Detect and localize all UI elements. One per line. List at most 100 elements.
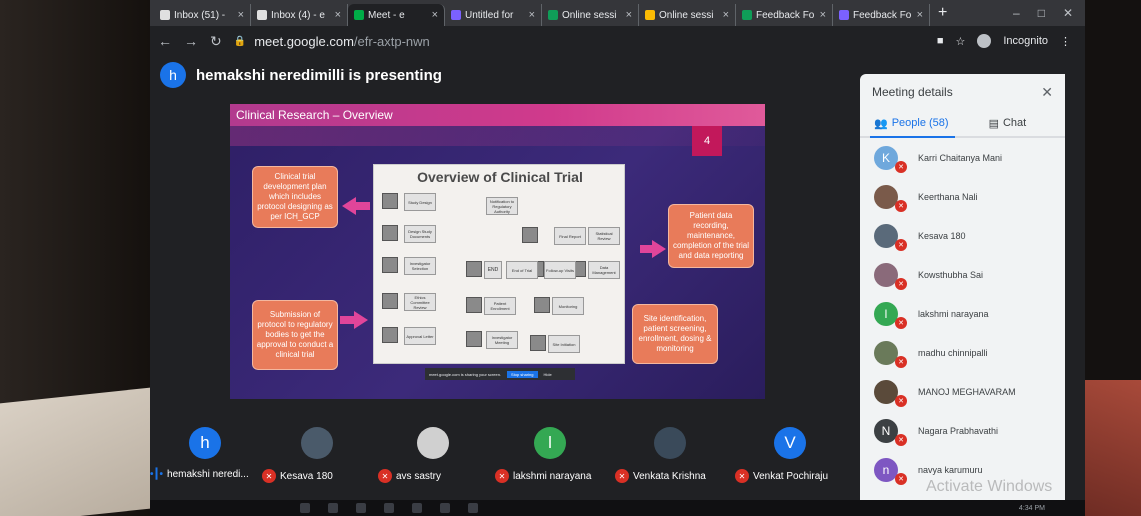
tab-favicon-icon (354, 10, 364, 20)
tab-close-icon[interactable]: × (238, 9, 244, 21)
tab-close-icon[interactable]: × (626, 9, 632, 21)
browser-tab[interactable]: Inbox (4) - e × (251, 4, 348, 26)
participant-tile-avatar (654, 427, 686, 459)
incognito-icon[interactable] (977, 34, 992, 48)
taskbar-icon[interactable] (356, 503, 366, 513)
taskbar-icon[interactable] (328, 503, 338, 513)
reload-icon[interactable]: ↻ (210, 33, 222, 50)
tab-favicon-icon (451, 10, 461, 20)
tab-close-icon[interactable]: × (917, 9, 923, 21)
participant-avatar: N ✕ (874, 418, 907, 446)
participant-name: Nagara Prabhavathi (918, 425, 999, 436)
diagram-step: Follow-up Visits (544, 261, 576, 279)
tab-title: Inbox (4) - e (271, 9, 325, 21)
mic-off-icon: ✕ (495, 469, 509, 483)
participant-row[interactable]: ✕ Kowsthubha Sai (874, 255, 1065, 294)
new-tab-button[interactable]: + (938, 4, 947, 22)
taskbar-icon[interactable] (384, 503, 394, 513)
panel-title: Meeting details (872, 85, 953, 99)
participant-tile[interactable]: ✕ Venkata Krishna (615, 425, 725, 495)
mic-off-icon: ✕ (735, 469, 749, 483)
tab-people[interactable]: 👥 People (58) (874, 117, 949, 130)
hide-button[interactable]: Hide (544, 372, 552, 377)
camera-icon[interactable]: ■ (937, 35, 944, 47)
diagram-step: Data Management (588, 261, 620, 279)
diagram-step: Investigator Selection (404, 257, 436, 275)
taskbar-icon[interactable] (300, 503, 310, 513)
participant-row[interactable]: N ✕ Nagara Prabhavathi (874, 411, 1065, 450)
address-bar[interactable]: 🔒 meet.google.com/efr-axtp-nwn (233, 30, 925, 52)
activate-windows-watermark: Activate Windows (926, 478, 1053, 495)
mic-off-icon: ✕ (262, 469, 276, 483)
tab-close-icon[interactable]: × (432, 9, 438, 21)
participant-row[interactable]: ✕ Keerthana Nali (874, 177, 1065, 216)
maximize-icon[interactable]: □ (1038, 6, 1045, 20)
browser-tab[interactable]: Feedback Fo × (736, 4, 833, 26)
tab-close-icon[interactable]: × (820, 9, 826, 21)
participant-tile-avatar (301, 427, 333, 459)
participant-name: Keerthana Nali (918, 191, 978, 202)
participant-tile[interactable]: ✕ avs sastry (378, 425, 488, 495)
participant-row[interactable]: ✕ MANOJ MEGHAVARAM (874, 372, 1065, 411)
browser-tab[interactable]: Meet - e × (348, 4, 445, 26)
diagram-step: Design Study Documents (404, 225, 436, 243)
mic-off-icon: ✕ (895, 199, 907, 212)
participant-row[interactable]: l ✕ lakshmi narayana (874, 294, 1065, 333)
close-icon[interactable]: ✕ (1063, 6, 1073, 20)
step-illustration-icon (382, 225, 398, 241)
diagram-step: Approval Letter (404, 327, 436, 345)
arrow-left-top (342, 197, 356, 215)
tab-close-icon[interactable]: × (529, 9, 535, 21)
step-illustration-icon (466, 331, 482, 347)
participant-tile[interactable]: V ✕ Venkat Pochiraju (735, 425, 845, 495)
browser-tab[interactable]: Online sessi × (639, 4, 736, 26)
stop-sharing-button[interactable]: Stop sharing (507, 370, 538, 378)
browser-tab[interactable]: Untitled for × (445, 4, 542, 26)
mic-off-icon: ✕ (895, 277, 907, 290)
participant-avatar: ✕ (874, 223, 907, 251)
participant-tile[interactable]: h •┃• hemakshi neredi... (150, 425, 260, 495)
tab-favicon-icon (548, 10, 558, 20)
close-panel-icon[interactable]: ✕ (1041, 84, 1053, 101)
laptop-screen: Inbox (51) - × Inbox (4) - e × Meet - e × Unt… (150, 0, 1085, 516)
star-icon[interactable]: ☆ (955, 35, 965, 48)
participant-row[interactable]: K ✕ Karri Chaitanya Mani (874, 138, 1065, 177)
tab-title: Online sessi (562, 9, 617, 21)
taskbar-icon[interactable] (412, 503, 422, 513)
desk-paper (0, 386, 160, 516)
tab-chat[interactable]: ▤ Chat (989, 117, 1027, 130)
back-icon[interactable]: ← (158, 33, 172, 49)
participant-avatar: n ✕ (874, 457, 907, 485)
participant-name: Kesava 180 (918, 230, 966, 241)
participant-row[interactable]: ✕ Kesava 180 (874, 216, 1065, 255)
tab-close-icon[interactable]: × (335, 9, 341, 21)
tab-title: Untitled for (465, 9, 514, 21)
people-tab-label: People (58) (891, 117, 949, 129)
participant-tile[interactable]: l ✕ lakshmi narayana (495, 425, 605, 495)
people-icon: 👥 (874, 117, 888, 130)
participant-tile[interactable]: ✕ Kesava 180 (262, 425, 372, 495)
presenter-header: h hemakshi neredimilli is presenting (150, 56, 850, 94)
browser-tab[interactable]: Inbox (51) - × (154, 4, 251, 26)
step-illustration-icon (530, 335, 546, 351)
browser-tab[interactable]: Online sessi × (542, 4, 639, 26)
diagram-step: End of Trial (506, 261, 538, 279)
participant-strip: h •┃• hemakshi neredi... ✕ Kesava 180 ✕ avs sa… (150, 425, 850, 495)
tab-close-icon[interactable]: × (723, 9, 729, 21)
step-illustration-icon (534, 297, 550, 313)
forward-icon[interactable]: → (184, 33, 198, 49)
step-illustration-icon (382, 257, 398, 273)
minimize-icon[interactable]: – (1013, 6, 1020, 20)
browser-tab[interactable]: Feedback Fo × (833, 4, 930, 26)
diagram-step: Statistical Review (588, 227, 620, 245)
tab-title: Online sessi (659, 9, 714, 21)
menu-icon[interactable]: ⋮ (1060, 35, 1071, 48)
taskbar-icon[interactable] (440, 503, 450, 513)
slide-title: Clinical Research – Overview (236, 108, 393, 122)
diagram-step: Monitoring (552, 297, 584, 315)
diagram-step: Ethics Committee Review (404, 293, 436, 311)
tab-title: Feedback Fo (756, 9, 815, 21)
participant-row[interactable]: ✕ madhu chinnipalli (874, 333, 1065, 372)
participant-tile-name: hemakshi neredi... (167, 469, 249, 480)
taskbar-icon[interactable] (468, 503, 478, 513)
